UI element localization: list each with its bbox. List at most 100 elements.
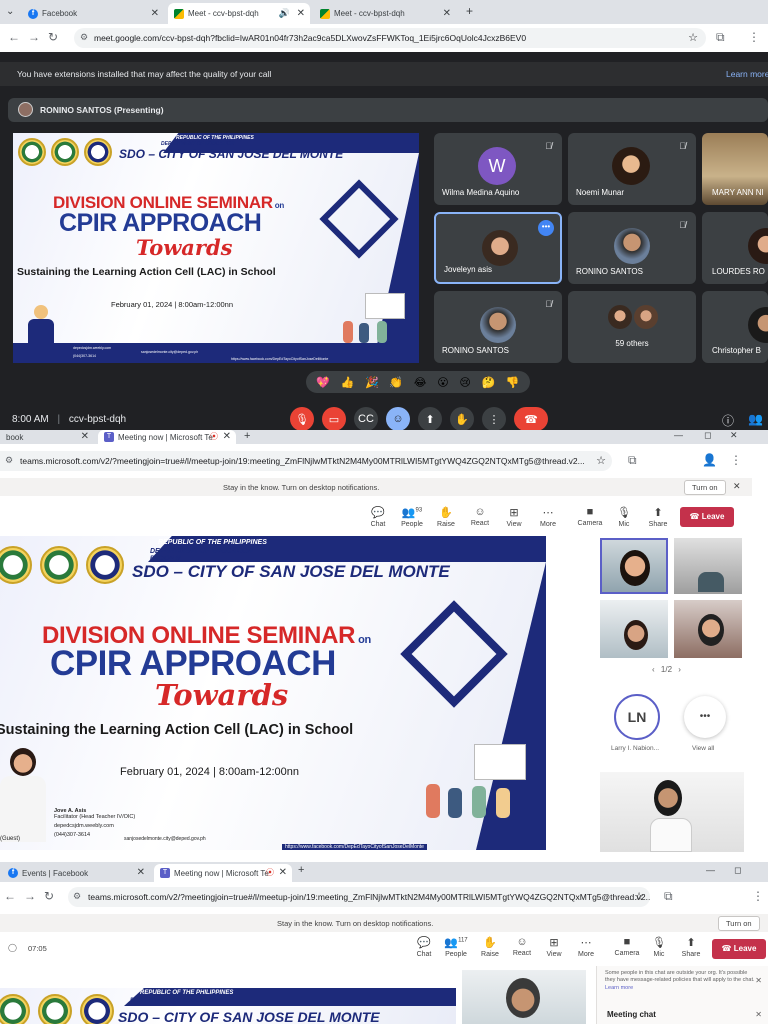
info-icon[interactable]: ⓘ <box>722 412 734 429</box>
leave-button[interactable]: ☎ Leave <box>712 939 766 959</box>
tab-teams[interactable]: T Meeting now | Microsoft Te ⦿ ✕ <box>154 864 292 882</box>
restore-icon[interactable]: ◻ <box>734 865 741 876</box>
tab-facebook[interactable]: f Facebook ✕ <box>22 3 164 24</box>
tab-search-icon[interactable]: ⌄ <box>6 6 14 17</box>
tab-facebook[interactable]: book ✕ <box>0 430 94 444</box>
emoji-button[interactable]: ☺ <box>386 407 410 431</box>
forward-icon[interactable]: → <box>28 30 40 44</box>
react-button[interactable]: ☺ React <box>508 936 536 957</box>
reaction-sad-icon[interactable]: 😢 <box>459 376 470 389</box>
raise-hand-button[interactable]: ✋ Raise <box>432 506 460 528</box>
present-button[interactable]: ⬆ <box>418 407 442 431</box>
share-button[interactable]: ⬆ Share <box>644 506 672 528</box>
window-close-icon[interactable]: ✕ <box>730 430 738 441</box>
speaker-icon[interactable]: 🔊 <box>279 8 290 19</box>
menu-icon[interactable]: ⋮ <box>752 889 764 903</box>
participant-tile[interactable]: 🎙̸ RONINO SANTOS <box>568 212 696 284</box>
reaction-surprise-icon[interactable]: 😮 <box>437 376 448 389</box>
bookmark-star-icon[interactable]: ☆ <box>634 890 644 903</box>
close-icon[interactable]: ✕ <box>279 867 287 878</box>
site-info-icon[interactable]: ⚙ <box>80 32 88 43</box>
tab-meet-2[interactable]: Meet - ccv-bpst-dqh ✕ <box>314 3 456 24</box>
url-input[interactable]: ⚙ teams.microsoft.com/v2/?meetingjoin=tr… <box>68 887 650 907</box>
new-tab-button[interactable]: + <box>244 430 250 442</box>
restore-icon[interactable]: ◻ <box>704 430 711 441</box>
tab-facebook-events[interactable]: f Events | Facebook ✕ <box>2 864 150 882</box>
close-panel-icon[interactable]: ✕ <box>755 1010 762 1019</box>
reaction-heart-icon[interactable]: 💖 <box>316 376 330 389</box>
learn-more-link[interactable]: Learn more <box>605 985 633 991</box>
people-button[interactable]: 👥117 People <box>442 936 470 958</box>
speaker-video[interactable] <box>600 772 744 852</box>
back-icon[interactable]: ← <box>8 30 20 44</box>
participant-video[interactable] <box>600 538 668 594</box>
captions-button[interactable]: CC <box>354 407 378 431</box>
more-options-button[interactable]: ⋮ <box>482 407 506 431</box>
leave-call-button[interactable]: ☎ <box>514 407 548 431</box>
extensions-icon[interactable]: ⧉ <box>664 889 673 904</box>
react-button[interactable]: ☺ React <box>466 506 494 527</box>
participant-avatar-ln[interactable]: LN <box>614 694 660 740</box>
speaker-video[interactable] <box>462 970 586 1024</box>
participant-tile[interactable]: LOURDES RO <box>702 212 768 284</box>
participant-tile-others[interactable]: 59 others <box>568 291 696 363</box>
people-icon[interactable]: 👥 <box>748 412 763 426</box>
more-button[interactable]: ⋯ More <box>572 936 600 958</box>
close-icon[interactable]: ✕ <box>755 976 762 985</box>
participant-tile[interactable]: 🎙̸ W Wilma Medina Aquino <box>434 133 562 205</box>
mic-button[interactable]: 🎙 Mic <box>610 506 638 528</box>
participant-tile[interactable]: 🎙̸ Noemi Munar <box>568 133 696 205</box>
share-button[interactable]: ⬆ Share <box>677 936 705 958</box>
reaction-thumbs-down-icon[interactable]: 👎 <box>506 376 520 389</box>
mic-toggle-button[interactable]: 🎙 <box>290 407 314 431</box>
close-icon[interactable]: ✕ <box>223 431 231 442</box>
chat-button[interactable]: 💬 Chat <box>364 506 392 528</box>
menu-icon[interactable]: ⋮ <box>748 30 760 44</box>
leave-button[interactable]: ☎ Leave <box>680 507 734 527</box>
participant-tile[interactable]: MARY ANN NI <box>702 133 768 205</box>
url-input[interactable]: ⚙ teams.microsoft.com/v2/?meetingjoin=tr… <box>0 451 612 471</box>
site-info-icon[interactable]: ⚙ <box>73 891 81 902</box>
reaction-thumbs-up-icon[interactable]: 👍 <box>341 376 355 389</box>
participant-tile[interactable]: Christopher B <box>702 291 768 363</box>
close-icon[interactable]: ✕ <box>81 431 89 442</box>
dismiss-icon[interactable]: ✕ <box>733 481 741 492</box>
view-all-button[interactable]: ••• <box>684 696 726 738</box>
mic-button[interactable]: 🎙 Mic <box>645 936 673 958</box>
site-info-icon[interactable]: ⚙ <box>5 455 13 466</box>
prev-page-icon[interactable]: ‹ <box>652 665 655 674</box>
close-icon[interactable]: ✕ <box>151 8 159 19</box>
turn-on-button[interactable]: Turn on <box>718 916 760 931</box>
new-tab-button[interactable]: + <box>298 864 304 876</box>
chat-button[interactable]: 💬 Chat <box>410 936 438 958</box>
learn-more-link[interactable]: Learn more <box>726 69 768 79</box>
back-icon[interactable]: ← <box>4 889 16 903</box>
participant-tile-active[interactable]: ••• Joveleyn asis <box>434 212 562 284</box>
participant-video[interactable] <box>674 600 742 658</box>
bookmark-star-icon[interactable]: ☆ <box>688 31 698 44</box>
minimize-icon[interactable]: — <box>674 430 683 440</box>
camera-button[interactable]: ■ Camera <box>613 936 641 957</box>
raise-hand-button[interactable]: ✋ Raise <box>476 936 504 958</box>
close-icon[interactable]: ✕ <box>137 867 145 878</box>
turn-on-button[interactable]: Turn on <box>684 480 726 495</box>
reload-icon[interactable]: ↻ <box>48 30 58 44</box>
close-icon[interactable]: ✕ <box>297 8 305 19</box>
camera-button[interactable]: ■ Camera <box>576 506 604 527</box>
view-button[interactable]: ⊞ View <box>500 506 528 528</box>
reaction-laugh-icon[interactable]: 😂 <box>414 376 427 389</box>
raise-hand-button[interactable]: ✋ <box>450 407 474 431</box>
participant-video[interactable] <box>600 600 668 658</box>
reaction-party-icon[interactable]: 🎉 <box>365 376 379 389</box>
next-page-icon[interactable]: › <box>678 665 681 674</box>
profile-icon[interactable]: 👤 <box>702 453 717 467</box>
more-button[interactable]: ⋯ More <box>534 506 562 528</box>
tab-meet[interactable]: Meet - ccv-bpst-dqh 🔊 ✕ <box>168 3 310 24</box>
extensions-icon[interactable]: ⧉ <box>716 30 725 45</box>
reaction-thinking-icon[interactable]: 🤔 <box>482 376 496 389</box>
extensions-icon[interactable]: ⧉ <box>628 453 637 468</box>
tab-teams[interactable]: T Meeting now | Microsoft Te ⦿ ✕ <box>98 430 236 444</box>
reload-icon[interactable]: ↻ <box>44 889 54 903</box>
reaction-clap-icon[interactable]: 👏 <box>389 376 403 389</box>
close-icon[interactable]: ✕ <box>443 8 451 19</box>
